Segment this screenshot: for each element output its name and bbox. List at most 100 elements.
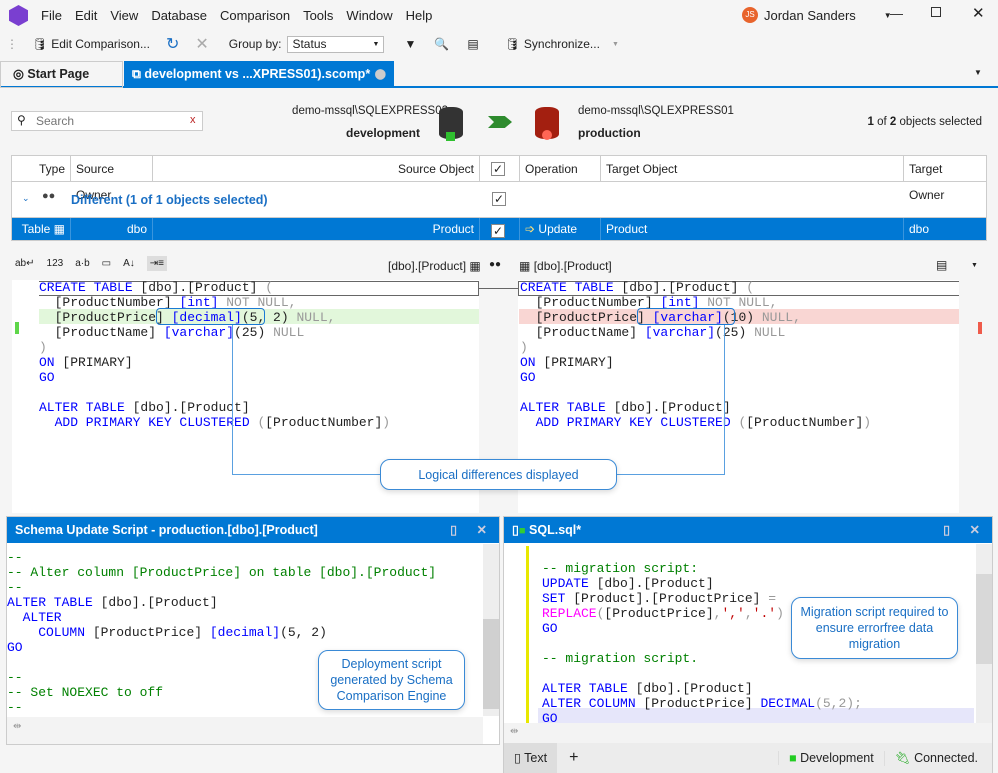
code-token: GO (39, 370, 55, 385)
menu-view[interactable]: View (110, 8, 138, 23)
code-token: -- (7, 700, 23, 715)
search-input[interactable] (36, 114, 176, 128)
line-connector (479, 288, 518, 289)
close-panel-icon[interactable]: ✕ (970, 517, 980, 543)
synchronize-button[interactable]: 🛢 Synchronize... ▼ (505, 37, 619, 51)
col-target-owner[interactable]: Target Owner (904, 156, 986, 202)
menu-edit[interactable]: Edit (75, 8, 97, 23)
code-token: (5, 2) (280, 625, 327, 640)
ignore-icon[interactable]: ▭ (102, 258, 111, 269)
minimize-button[interactable]: — (890, 6, 903, 21)
ignore-case-icon[interactable]: ab↵ (15, 258, 35, 269)
table-row[interactable]: Table ▦ dbo Product ✓ ➩ Update Product d… (12, 218, 986, 240)
selection-count: 1 of 2 objects selected (868, 116, 982, 128)
update-script-code: -- -- Alter column [ProductPrice] on tabl… (7, 550, 436, 745)
connection-name[interactable]: ■ Development (778, 751, 884, 765)
code-token: ( (265, 280, 274, 295)
connection-state[interactable]: 🔌︎ Connected. (883, 750, 992, 766)
scrollbar-thumb[interactable] (976, 574, 992, 664)
whitespace-icon[interactable]: a·b (75, 258, 89, 269)
code-token: ( (746, 280, 755, 295)
vertical-scrollbar[interactable] (483, 544, 499, 716)
menu-window[interactable]: Window (346, 8, 392, 23)
group-by-select[interactable]: Status ▼ (287, 35, 385, 53)
source-server: demo-mssql\SQLEXPRESS02 (292, 105, 448, 117)
panel-header: Schema Update Script - production.[dbo].… (7, 517, 499, 543)
caret-down-icon: ▼ (611, 41, 619, 48)
code-line: ALTER (7, 610, 436, 625)
source-database: development (345, 126, 420, 140)
edit-comparison-button[interactable]: 🛢 Edit Comparison... (32, 37, 150, 51)
collapse-chevron-icon[interactable]: ⌄ (22, 193, 30, 204)
maximize-button[interactable] (931, 7, 941, 17)
menu-help[interactable]: Help (406, 8, 433, 23)
code-token: ALTER TABLE (39, 400, 133, 415)
menu-tools[interactable]: Tools (303, 8, 333, 23)
code-token: [ProductName] (39, 325, 164, 340)
maximize-panel-icon[interactable]: ▯ (943, 517, 950, 543)
cell-operation: ➩ Update (520, 218, 601, 240)
search-box[interactable]: ⚲ x (11, 111, 203, 131)
connection-color-icon: ■ (789, 751, 801, 765)
caret-down-icon[interactable]: ▼ (971, 262, 978, 269)
col-checkbox[interactable]: ✓ (480, 156, 520, 182)
vertical-scrollbar[interactable] (976, 544, 992, 729)
menu-file[interactable]: File (41, 8, 62, 23)
code-token: NULL (746, 325, 786, 340)
code-token: DECIMAL (760, 696, 816, 711)
filter-icon[interactable]: ▼ (404, 37, 416, 51)
col-type[interactable]: Type (12, 156, 71, 182)
clear-search-icon[interactable]: x (190, 114, 196, 126)
maximize-panel-icon[interactable]: ▯ (450, 517, 457, 543)
stop-icon[interactable]: ✕ (195, 34, 208, 54)
menu-comparison[interactable]: Comparison (220, 8, 290, 23)
col-target-object[interactable]: Target Object (601, 156, 904, 182)
group-checkbox[interactable]: ✓ (492, 192, 506, 206)
refresh-icon[interactable]: ↻ (166, 34, 179, 54)
select-all-checkbox[interactable]: ✓ (491, 162, 505, 176)
close-tab-icon[interactable]: ⬤ (375, 61, 386, 88)
text-mode-button[interactable]: ▯ Text (504, 743, 558, 773)
scrollbar-thumb[interactable] (483, 619, 499, 709)
close-window-button[interactable]: ✕ (972, 4, 985, 22)
tabs-overflow-icon[interactable]: ▼ (974, 68, 982, 77)
report-icon[interactable]: ▤ (467, 37, 478, 51)
connection-state-text: Connected. (914, 750, 978, 765)
close-panel-icon[interactable]: ✕ (477, 517, 487, 543)
target-status-icon (542, 130, 552, 140)
code-token: CREATE TABLE (520, 280, 622, 295)
tab-comparison[interactable]: ⧉ development vs ...XPRESS01).scomp* ⬤ (124, 61, 394, 88)
target-database: production (578, 126, 641, 140)
group-row[interactable]: ⌄ ●● Different (1 of 1 objects selected)… (12, 182, 986, 218)
table-icon: ▦ (519, 259, 531, 273)
code-token: [PRIMARY] (62, 355, 133, 370)
code-token: ON (39, 355, 63, 370)
avatar: JS (742, 7, 758, 23)
cell-checkbox: ✓ (480, 218, 520, 240)
horizontal-scrollbar[interactable]: ⇹ (504, 723, 992, 743)
grid-header: Type Source Owner Source Object ✓ Operat… (12, 156, 986, 202)
sort-az-icon[interactable]: A↓ (123, 258, 135, 269)
indent-icon[interactable]: ⇥≡ (146, 256, 167, 271)
panel-header: ▯■ SQL.sql* ▯ ✕ (504, 517, 992, 543)
col-source-owner[interactable]: Source Owner (71, 156, 153, 202)
code-token: '.' (752, 606, 777, 621)
numbers-icon[interactable]: 123 (47, 258, 64, 269)
horizontal-scrollbar[interactable]: ⇹ (7, 717, 483, 744)
find-icon[interactable]: 🔍 (434, 37, 449, 51)
menu-database[interactable]: Database (151, 8, 207, 23)
col-source-object[interactable]: Source Object (153, 156, 480, 182)
deployment-script-callout: Deployment script generated by Schema Co… (318, 650, 465, 710)
add-button[interactable]: + (557, 749, 590, 767)
code-token: ALTER TABLE (7, 595, 101, 610)
change-bar (526, 546, 529, 726)
user-menu[interactable]: JS Jordan Sanders ▼ (742, 7, 892, 23)
code-token: -- Set NOEXEC to off (7, 685, 164, 700)
sql-file-panel: ▯■ SQL.sql* ▯ ✕ -- migration script: UPDA… (503, 516, 993, 773)
callout-text: Logical differences displayed (418, 467, 579, 482)
tab-start-page[interactable]: ◎ Start Page (0, 61, 123, 88)
layout-icon[interactable]: ▤ (936, 258, 947, 272)
left-diff-box (156, 308, 265, 325)
col-operation[interactable]: Operation (520, 156, 601, 182)
row-checkbox[interactable]: ✓ (491, 224, 505, 238)
